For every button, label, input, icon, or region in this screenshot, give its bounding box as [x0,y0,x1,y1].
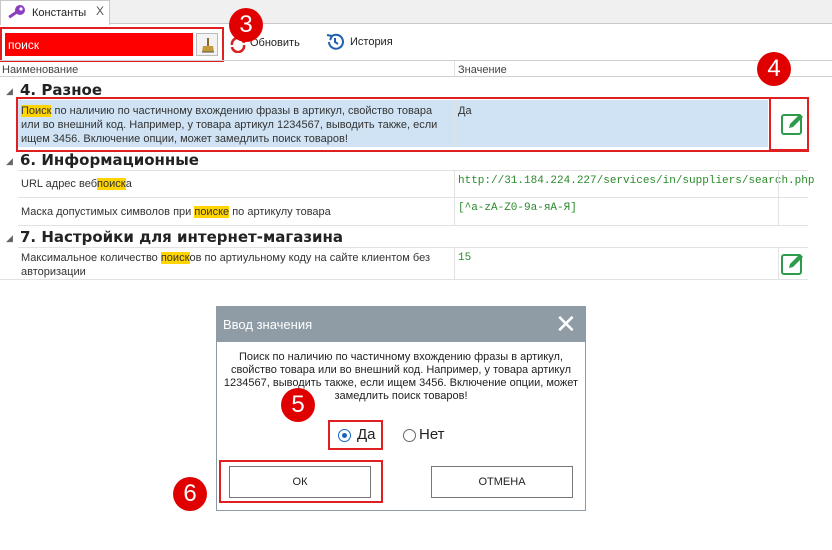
row-name-text: а [125,178,132,190]
group-collapse-arrow[interactable]: ◢ [6,233,13,244]
annotation-frame-row [16,97,809,152]
history-button[interactable]: История [325,32,397,52]
search-highlight: поиске [194,206,230,218]
row-name-text: URL адрес веб [21,178,97,190]
edit-icon[interactable] [781,252,805,276]
row-name-text: Максимальное количество [21,252,161,264]
refresh-label: Обновить [250,37,300,49]
row-name: Маска допустимых символов при поиске по … [21,205,451,219]
row-divider [18,197,808,198]
dialog-title: Ввод значения [223,317,313,332]
row-value: 15 [458,252,472,264]
row-name-text: по артикулу товара [229,206,331,218]
radio-no-circle [403,429,416,442]
clear-search-button[interactable] [196,33,218,56]
edit-icon[interactable] [781,112,805,136]
group-title: 7. Настройки для интернет-магазина [20,228,344,246]
search-highlight: поиск [97,178,126,190]
row-divider [18,225,808,226]
tab-label: Константы [32,7,87,19]
search-highlight: поиск [160,252,190,264]
ok-button[interactable]: ОК [229,466,371,498]
annotation-badge: 3 [229,8,263,42]
column-header-name[interactable]: Наименование [2,64,78,76]
annotation-badge: 6 [173,477,207,511]
close-icon[interactable]: ✕ [555,309,577,339]
cancel-button[interactable]: ОТМЕНА [431,466,573,498]
radio-yes-circle [338,429,351,442]
group-collapse-arrow[interactable]: ◢ [6,86,13,97]
radio-yes-label: Да [357,426,376,443]
header-top-border [0,60,832,61]
input-dialog: Ввод значения ✕ Поиск по наличию по част… [216,306,586,511]
tab-strip [0,0,832,24]
annotation-badge: 5 [281,388,315,422]
broom-icon [202,38,214,53]
row-value: [^a-zA-Z0-9а-яА-Я] [458,202,577,214]
row-divider [18,170,808,171]
row-divider [18,247,808,248]
row-name: URL адрес вебпоиска [21,177,451,191]
row-name: Максимальное количество поисков по артиу… [21,251,451,279]
dialog-description: Поиск по наличию по частичному вхождению… [223,351,579,402]
dialog-titlebar: Ввод значения ✕ [217,307,585,342]
key-icon [8,5,25,19]
column-divider [454,61,455,76]
column-divider [454,247,455,279]
row-value: http://31.184.224.227/services/in/suppli… [458,175,815,187]
tab-close-icon[interactable]: X [96,4,104,18]
radio-no-label: Нет [419,426,445,443]
group-collapse-arrow[interactable]: ◢ [6,156,13,167]
column-divider [778,170,779,225]
column-divider [778,247,779,279]
column-divider [454,170,455,225]
search-input[interactable] [5,33,193,56]
header-bottom-border [0,76,832,77]
history-label: История [350,36,393,48]
tab-constants[interactable]: Константы X [0,0,110,25]
row-name-text: Маска допустимых символов при [21,206,195,218]
column-header-value[interactable]: Значение [458,64,507,76]
history-icon [326,33,344,50]
annotation-badge: 4 [757,52,791,86]
row-divider [0,279,808,280]
search-box [0,27,224,62]
group-title: 6. Информационные [20,151,199,169]
